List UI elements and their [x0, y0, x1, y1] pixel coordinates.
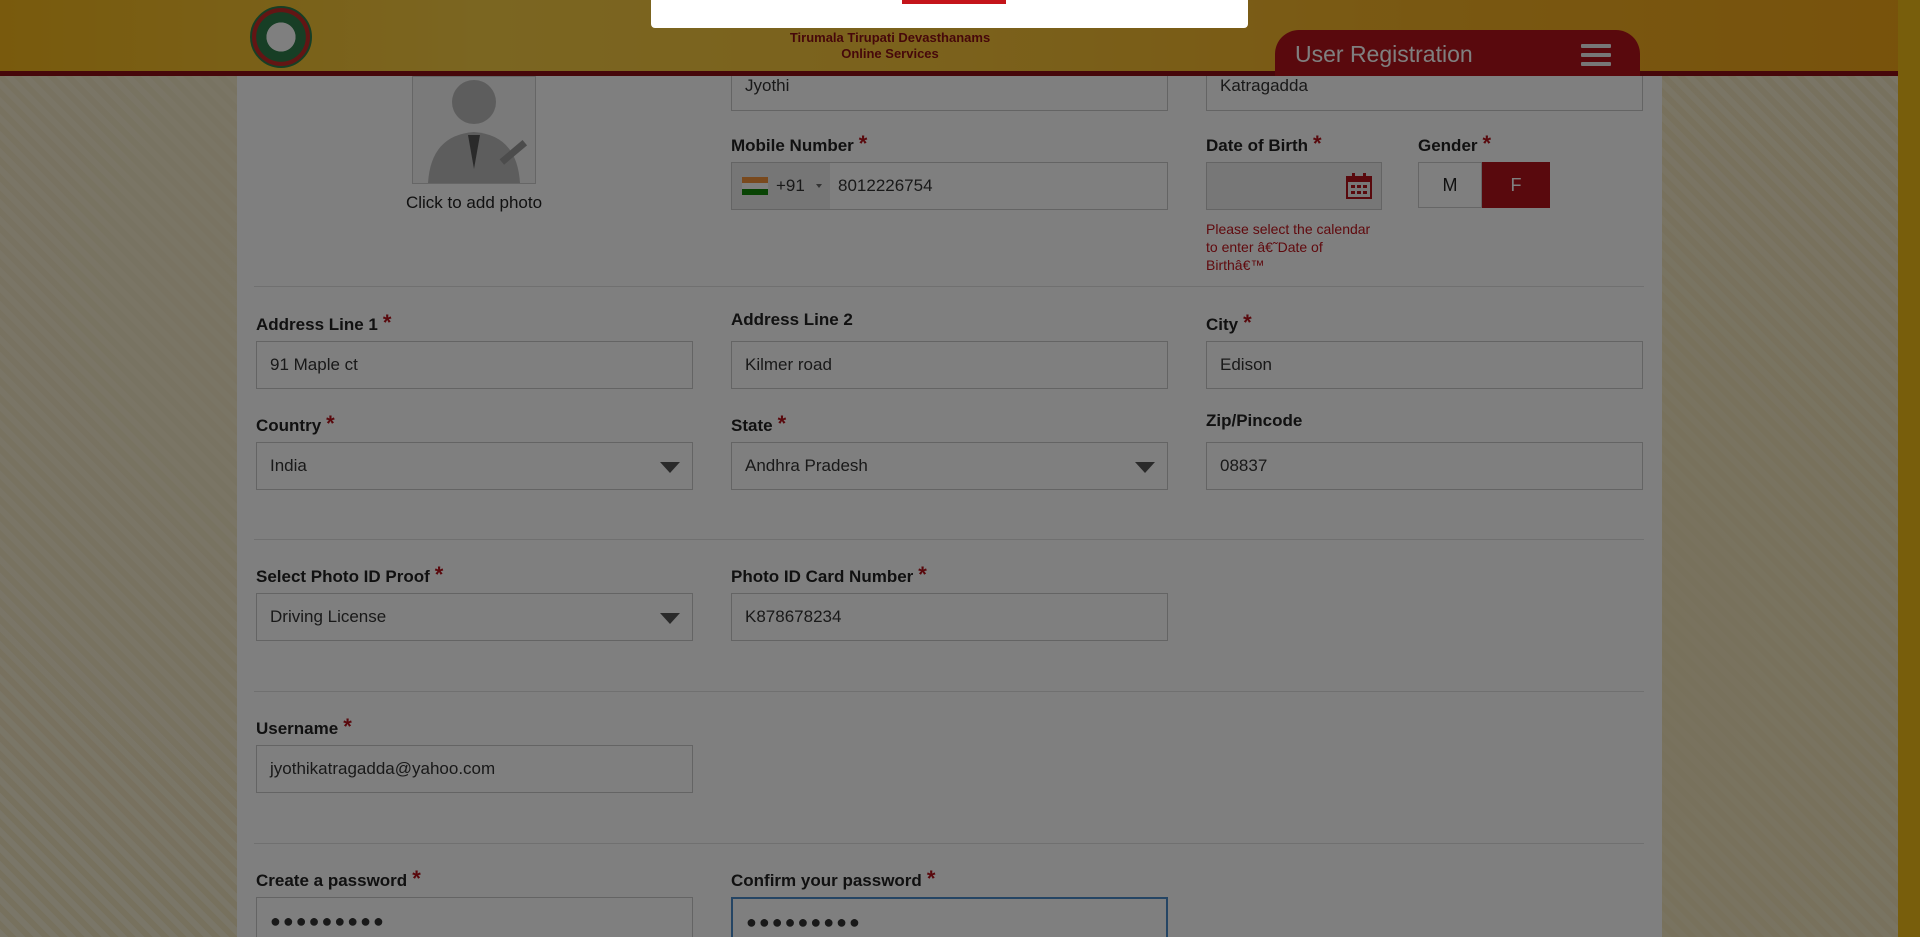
id-number-input[interactable]: K878678234 — [731, 593, 1168, 641]
ttd-logo[interactable] — [250, 6, 312, 68]
state-select-value: Andhra Pradesh — [745, 456, 868, 475]
first-name-input[interactable]: Jyothi — [731, 76, 1168, 111]
id-proof-select[interactable]: Driving License — [256, 593, 693, 641]
username-input[interactable]: jyothikatragadda@yahoo.com — [256, 745, 693, 793]
zip-input[interactable]: 08837 — [1206, 442, 1643, 490]
state-label: State * — [731, 411, 787, 436]
person-icon — [428, 80, 528, 183]
add-photo-caption[interactable]: Click to add photo — [367, 193, 581, 213]
address1-label: Address Line 1 * — [256, 310, 392, 335]
id-number-label: Photo ID Card Number * — [731, 562, 927, 587]
mobile-input[interactable]: +91 8012226754 — [731, 162, 1168, 210]
confirm-password-label: Confirm your password * — [731, 866, 936, 891]
modal-ok-button[interactable] — [902, 0, 1006, 4]
org-title-line1: Tirumala Tirupati Devasthanams — [789, 30, 991, 45]
state-select[interactable]: Andhra Pradesh — [731, 442, 1168, 490]
gender-m-button[interactable]: M — [1418, 162, 1482, 208]
registration-form: Click to add photo Jyothi Katragadda Mob… — [237, 76, 1662, 937]
section-divider — [254, 691, 1644, 692]
country-code: +91 — [776, 176, 805, 195]
username-label: Username * — [256, 714, 352, 739]
zip-label: Zip/Pincode — [1206, 411, 1303, 430]
avatar-placeholder[interactable] — [412, 76, 536, 184]
org-title: Tirumala Tirupati Devasthanams Online Se… — [760, 30, 1020, 62]
id-proof-select-value: Driving License — [270, 607, 387, 626]
country-select[interactable]: India — [256, 442, 693, 490]
right-edge-stripe — [1898, 0, 1920, 937]
dob-input[interactable] — [1206, 162, 1382, 210]
hamburger-menu-icon[interactable] — [1581, 44, 1611, 66]
gender-label: Gender * — [1418, 131, 1492, 156]
last-name-input[interactable]: Katragadda — [1206, 76, 1643, 111]
address2-label: Address Line 2 — [731, 310, 853, 329]
modal-dialog — [651, 0, 1248, 28]
address2-input[interactable]: Kilmer road — [731, 341, 1168, 389]
password-label: Create a password * — [256, 866, 421, 891]
mobile-value: 8012226754 — [838, 176, 933, 195]
page-title-banner: User Registration — [1275, 30, 1640, 76]
confirm-password-input[interactable]: ●●●●●●●●● — [731, 897, 1168, 937]
city-label: City * — [1206, 310, 1252, 335]
country-select-value: India — [270, 456, 307, 475]
country-code-selector[interactable]: +91 — [732, 163, 830, 209]
page-title: User Registration — [1295, 41, 1473, 67]
india-flag-icon — [742, 177, 768, 195]
calendar-icon[interactable] — [1345, 172, 1373, 200]
address1-input[interactable]: 91 Maple ct — [256, 341, 693, 389]
section-divider — [254, 286, 1644, 287]
city-input[interactable]: Edison — [1206, 341, 1643, 389]
section-divider — [254, 843, 1644, 844]
chevron-down-icon — [816, 184, 822, 188]
org-title-line2: Online Services — [841, 46, 939, 61]
dob-error-message: Please select the calendar to enter â€˜D… — [1206, 221, 1371, 273]
section-divider — [254, 539, 1644, 540]
mobile-label: Mobile Number * — [731, 131, 868, 156]
country-label: Country * — [256, 411, 335, 436]
dob-label: Date of Birth * — [1206, 131, 1322, 156]
id-proof-label: Select Photo ID Proof * — [256, 562, 444, 587]
password-input[interactable]: ●●●●●●●●● — [256, 897, 693, 937]
gender-f-button[interactable]: F — [1482, 162, 1550, 208]
